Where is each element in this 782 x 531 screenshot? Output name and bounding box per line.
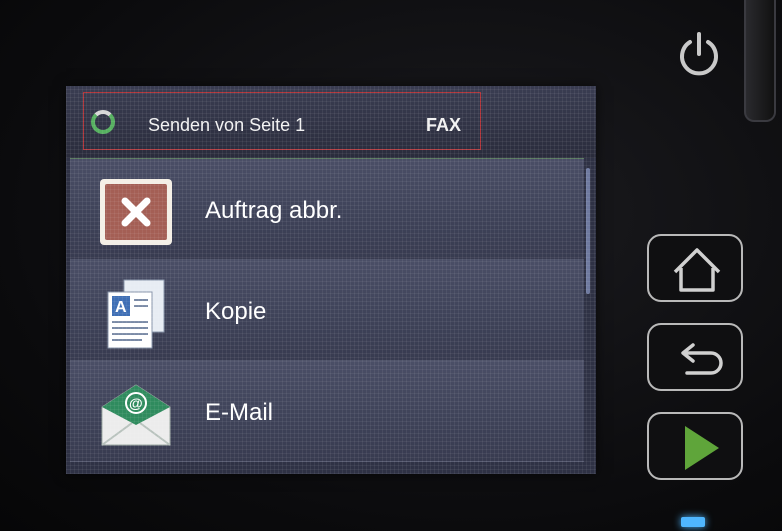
menu-item-label: E-Mail [205,399,274,426]
menu-item-label: Kopie [205,298,267,325]
menu-item-email[interactable]: @ E-Mail [70,361,584,462]
start-button[interactable] [647,412,743,480]
menu-item-copy[interactable]: A Kopie [70,260,584,361]
status-bar: Senden von Seite 1 FAX [66,86,596,158]
power-button[interactable] [673,28,725,80]
menu-list: Auftrag abbr. A Kopie @ E-Mail [70,159,584,474]
svg-text:A: A [115,299,127,316]
back-icon [681,343,723,375]
copy-icon: A [98,278,174,349]
status-led [681,517,705,527]
back-button[interactable] [647,323,743,391]
status-text: Senden von Seite 1 [148,115,306,135]
email-icon: @ [98,379,174,449]
scrollbar[interactable] [586,168,590,294]
device-edge [744,0,776,122]
power-icon [680,32,718,76]
menu-item-label: Auftrag abbr. [205,197,343,224]
svg-text:@: @ [129,395,143,411]
start-icon [685,426,719,470]
status-mode: FAX [426,115,462,135]
touch-screen: Senden von Seite 1 FAX Auftrag abbr. A K… [66,86,596,474]
progress-spinner-icon [91,110,115,134]
menu-item-cancel-job[interactable]: Auftrag abbr. [70,159,584,260]
home-button[interactable] [647,234,743,302]
cancel-icon [98,177,174,247]
home-icon [673,248,721,292]
